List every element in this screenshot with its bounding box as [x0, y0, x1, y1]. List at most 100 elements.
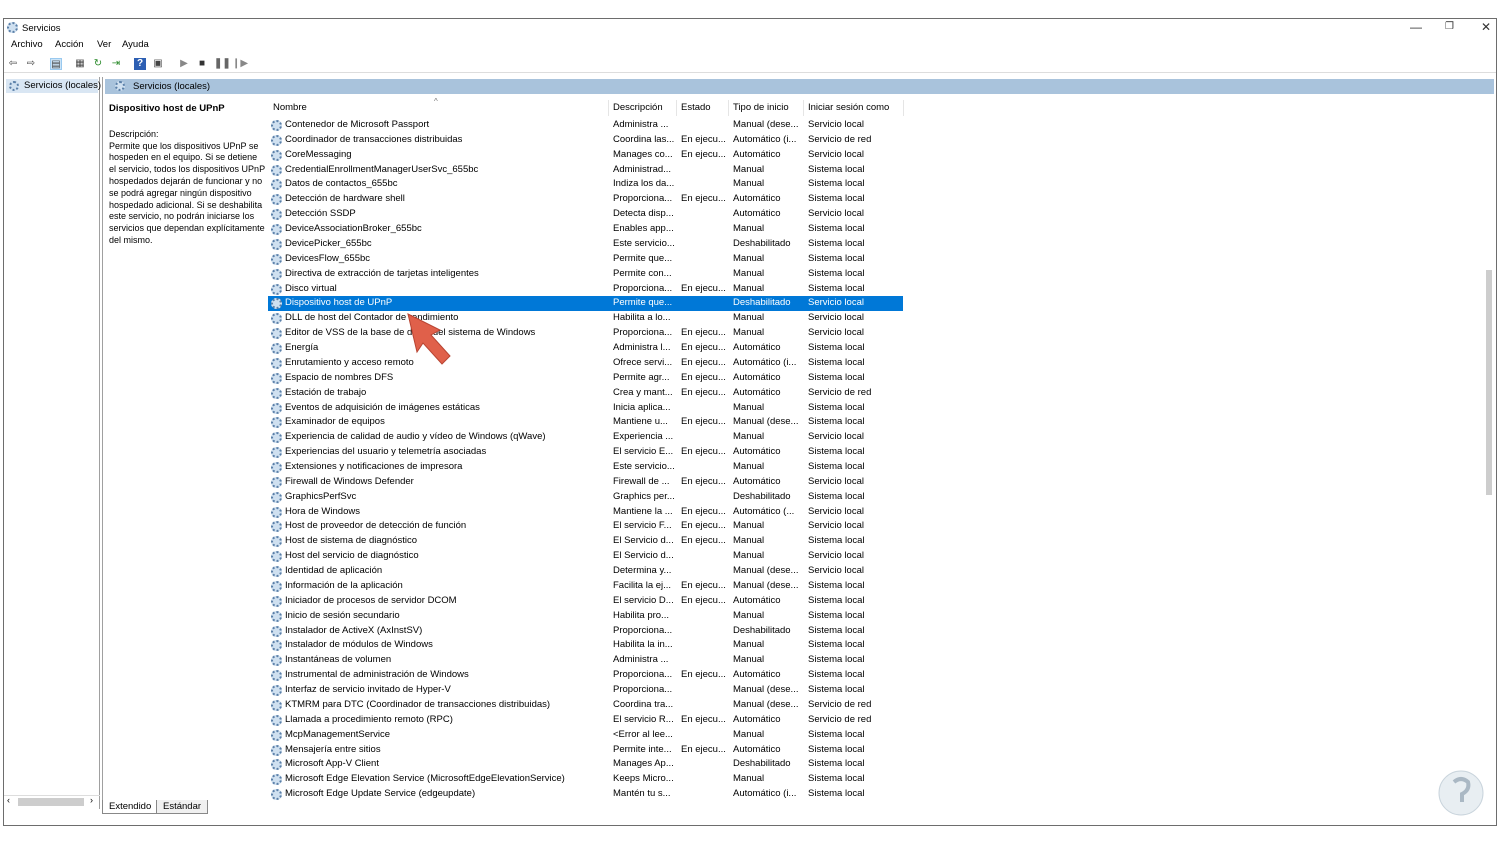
cell-name: Host de sistema de diagnóstico — [285, 535, 418, 547]
service-row[interactable]: DevicesFlow_655bc Permite que... Manual Sis… — [268, 252, 903, 267]
cell-name: McpManagementService — [285, 728, 391, 740]
service-row[interactable]: Microsoft Edge Update Service (edgeupdat… — [268, 787, 903, 802]
column-separator[interactable] — [903, 100, 904, 116]
service-row[interactable]: CoreMessaging Manages co... En ejecu... Aut… — [268, 148, 903, 163]
service-row[interactable]: Estación de trabajo Crea y mant... En ejec… — [268, 386, 903, 401]
service-row[interactable]: Identidad de aplicación Determina y... Man… — [268, 564, 903, 579]
close-button[interactable]: ✕ — [1481, 20, 1491, 34]
service-row[interactable]: Instantáneas de volumen Administra ... Man… — [268, 653, 903, 668]
show-hide-action-pane-icon[interactable]: ▣ — [152, 58, 164, 70]
show-hide-console-tree-icon[interactable]: ▤ — [50, 58, 62, 70]
cell-startup-type: Automático — [733, 342, 781, 354]
tree-horizontal-scrollbar[interactable]: ‹ › — [4, 795, 100, 807]
service-row[interactable]: Instrumental de administración de Window… — [268, 668, 903, 683]
start-service-icon[interactable]: ▶ — [178, 58, 190, 70]
service-row[interactable]: Llamada a procedimiento remoto (RPC) El s… — [268, 713, 903, 728]
scroll-left-icon[interactable]: ‹ — [7, 795, 10, 805]
service-row[interactable]: GraphicsPerfSvc Graphics per... Deshabilit… — [268, 490, 903, 505]
cell-description: Enables app... — [613, 223, 674, 235]
pause-service-icon[interactable]: ❚❚ — [214, 58, 231, 70]
service-row[interactable]: Interfaz de servicio invitado de Hyper-V… — [268, 683, 903, 698]
back-icon[interactable]: ⇦ — [7, 58, 19, 70]
export-list-icon[interactable]: ⇥ — [110, 58, 122, 70]
service-row[interactable]: Instalador de módulos de Windows Habilita… — [268, 638, 903, 653]
service-row[interactable]: Información de la aplicación Facilita la … — [268, 579, 903, 594]
service-row[interactable]: Iniciador de procesos de servidor DCOM El… — [268, 594, 903, 609]
service-row[interactable]: Coordinador de transacciones distribuida… — [268, 133, 903, 148]
properties-icon[interactable]: ▦ — [74, 58, 86, 70]
service-row[interactable]: Firewall de Windows Defender Firewall de … — [268, 475, 903, 490]
service-row[interactable]: Disco virtual Proporciona... En ejecu... Ma… — [268, 282, 903, 297]
service-row[interactable]: Datos de contactos_655bc Indiza los da...… — [268, 177, 903, 192]
column-separator[interactable] — [608, 100, 609, 116]
list-vertical-scrollbar[interactable] — [1484, 100, 1494, 795]
help-icon[interactable]: ? — [134, 58, 146, 70]
service-row[interactable]: Instalador de ActiveX (AxInstSV) Proporci… — [268, 624, 903, 639]
service-row[interactable]: Editor de VSS de la base de datos del si… — [268, 326, 903, 341]
service-row[interactable]: Host del servicio de diagnóstico El Servi… — [268, 549, 903, 564]
cell-description: Habilita la in... — [613, 639, 673, 651]
service-row[interactable]: Espacio de nombres DFS Permite agr... En e… — [268, 371, 903, 386]
service-gear-icon — [271, 120, 282, 131]
tab-extendido[interactable]: Extendido — [102, 800, 159, 814]
cell-name: Experiencia de calidad de audio y vídeo … — [285, 431, 546, 443]
column-separator[interactable] — [676, 100, 677, 116]
column-header-name[interactable]: Nombre — [273, 100, 307, 116]
cell-name: Iniciador de procesos de servidor DCOM — [285, 594, 457, 606]
service-row[interactable]: Microsoft Edge Elevation Service (Micros… — [268, 772, 903, 787]
column-header-startup-type[interactable]: Tipo de inicio — [733, 100, 789, 116]
scroll-right-icon[interactable]: › — [90, 795, 93, 805]
cell-startup-type: Deshabilitado — [733, 297, 791, 309]
service-row[interactable]: KTMRM para DTC (Coordinador de transacci… — [268, 698, 903, 713]
service-row[interactable]: Directiva de extracción de tarjetas inte… — [268, 267, 903, 282]
stop-service-icon[interactable]: ■ — [196, 58, 208, 70]
service-row[interactable]: Host de sistema de diagnóstico El Servici… — [268, 534, 903, 549]
service-row[interactable]: Inicio de sesión secundario Habilita pro.… — [268, 609, 903, 624]
cell-description: Administrad... — [613, 163, 672, 175]
service-row[interactable]: Experiencias del usuario y telemetría as… — [268, 445, 903, 460]
service-row[interactable]: Eventos de adquisición de imágenes estát… — [268, 401, 903, 416]
column-header-logon-as[interactable]: Iniciar sesión como — [808, 100, 889, 116]
scrollbar-thumb[interactable] — [1486, 270, 1492, 495]
service-row[interactable]: CredentialEnrollmentManagerUserSvc_655bc… — [268, 163, 903, 178]
service-row[interactable]: Detección de hardware shell Proporciona..… — [268, 192, 903, 207]
resume-service-icon[interactable]: ❙▶ — [232, 58, 248, 70]
forward-icon[interactable]: ⇨ — [25, 58, 37, 70]
minimize-button[interactable]: — — [1410, 20, 1422, 34]
scrollbar-thumb[interactable] — [18, 798, 84, 806]
menu-accion[interactable]: Acción — [55, 39, 84, 50]
menu-ayuda[interactable]: Ayuda — [122, 39, 149, 50]
column-separator[interactable] — [728, 100, 729, 116]
menu-archivo[interactable]: Archivo — [11, 39, 43, 50]
tab-estandar[interactable]: Estándar — [156, 800, 209, 814]
service-row[interactable]: Enrutamiento y acceso remoto Ofrece servi… — [268, 356, 903, 371]
tree-item-servicios-locales[interactable]: Servicios (locales) — [6, 79, 101, 93]
refresh-icon[interactable]: ↻ — [92, 58, 104, 70]
service-row[interactable]: Extensiones y notificaciones de impresor… — [268, 460, 903, 475]
service-row[interactable]: Mensajería entre sitios Permite inte... En… — [268, 743, 903, 758]
column-separator[interactable] — [803, 100, 804, 116]
service-row[interactable]: Contenedor de Microsoft Passport Administ… — [268, 118, 903, 133]
cell-logon-as: Sistema local — [808, 282, 865, 294]
description-pane: Dispositivo host de UPnP Descripción: Pe… — [109, 103, 265, 247]
column-header-description[interactable]: Descripción — [613, 100, 663, 116]
restore-button[interactable]: ❐ — [1445, 21, 1454, 32]
service-row[interactable]: DLL de host del Contador de rendimiento H… — [268, 311, 903, 326]
service-row[interactable]: Microsoft App-V Client Manages Ap... Desha… — [268, 757, 903, 772]
service-row[interactable]: Examinador de equipos Mantiene u... En eje… — [268, 415, 903, 430]
service-gear-icon — [271, 402, 282, 414]
service-row[interactable]: Host de proveedor de detección de funció… — [268, 519, 903, 534]
service-row[interactable]: Experiencia de calidad de audio y vídeo … — [268, 430, 903, 445]
service-row[interactable]: Dispositivo host de UPnP Permite que... De… — [268, 296, 903, 312]
service-gear-icon — [271, 447, 282, 459]
service-row[interactable]: McpManagementService <Error al lee... Manu… — [268, 728, 903, 743]
service-row[interactable]: Hora de Windows Mantiene la ... En ejecu..… — [268, 505, 903, 520]
service-row[interactable]: DevicePicker_655bc Este servicio... Deshab… — [268, 237, 903, 252]
service-row[interactable]: Energía Administra l... En ejecu... Automát… — [268, 341, 903, 356]
service-row[interactable]: Detección SSDP Detecta disp... Automático S… — [268, 207, 903, 222]
menu-ver[interactable]: Ver — [97, 39, 111, 50]
cell-startup-type: Manual — [733, 178, 765, 190]
service-row[interactable]: DeviceAssociationBroker_655bc Enables app… — [268, 222, 903, 237]
column-header-state[interactable]: Estado — [681, 100, 711, 116]
cell-startup-type: Automático — [733, 475, 781, 487]
